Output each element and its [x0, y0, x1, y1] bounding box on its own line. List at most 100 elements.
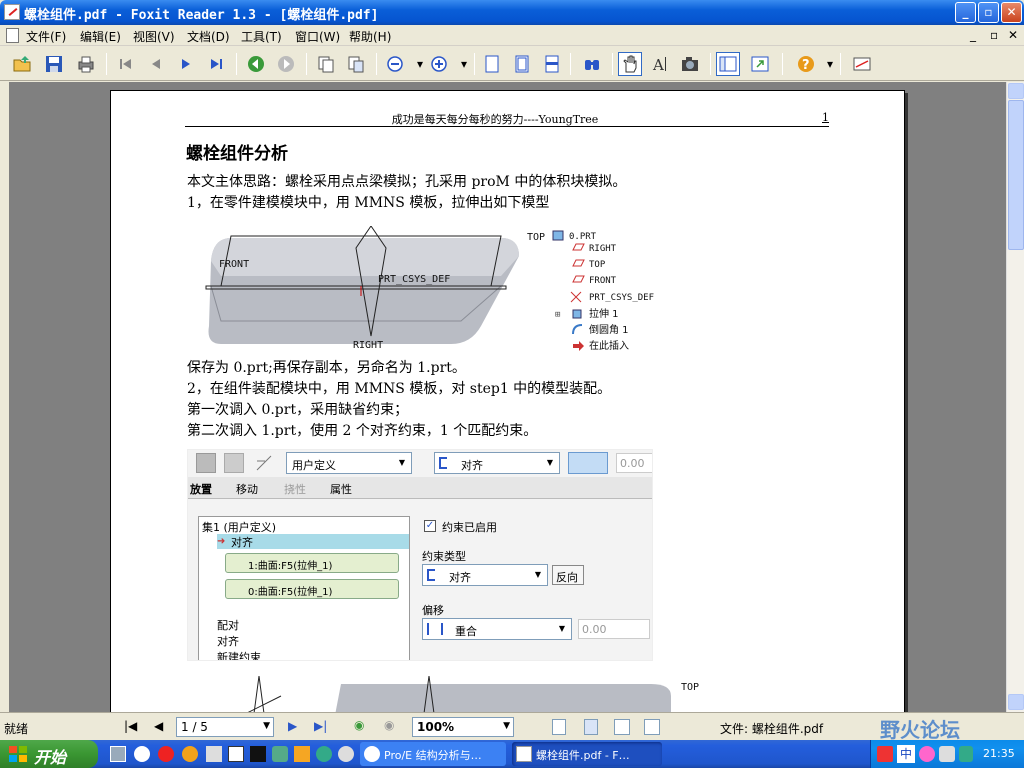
quick-launch-4-icon[interactable]: [206, 746, 222, 762]
save-icon[interactable]: [42, 52, 66, 76]
status-last-page-icon[interactable]: ▶|: [314, 719, 327, 733]
foxit-app-icon[interactable]: [4, 4, 20, 20]
document-icon[interactable]: [6, 28, 19, 43]
facing-icon[interactable]: [614, 719, 630, 735]
find-icon[interactable]: [580, 52, 604, 76]
status-first-page-icon[interactable]: |◀: [124, 719, 137, 733]
snapshot-icon[interactable]: [678, 52, 702, 76]
help-dropdown-icon[interactable]: ▾: [818, 52, 842, 76]
quick-launch-1-icon[interactable]: [134, 746, 150, 762]
fit-width-icon[interactable]: [540, 52, 564, 76]
menu-help[interactable]: 帮助(H): [349, 28, 391, 45]
status-file-name: 文件: 螺栓组件.pdf: [720, 722, 824, 736]
quick-launch-8-icon[interactable]: [294, 746, 310, 762]
tray-app-icon[interactable]: [919, 746, 935, 762]
clock: 21:35: [983, 747, 1015, 760]
title-bar[interactable]: 螺栓组件.pdf - Foxit Reader 1.3 - [螺栓组件.pdf]…: [0, 0, 1024, 25]
continuous-icon[interactable]: [584, 719, 598, 735]
status-next-page-icon[interactable]: ▶: [288, 719, 297, 733]
ime-indicator[interactable]: 中: [897, 745, 915, 763]
page-heading: 螺栓组件分析: [186, 144, 288, 164]
next-page-icon[interactable]: [174, 52, 198, 76]
full-screen-icon[interactable]: [748, 52, 772, 76]
menu-window[interactable]: 窗口(W): [295, 28, 340, 45]
maximize-button[interactable]: ▫: [978, 2, 999, 23]
dialog-tab-strip: 放置 移动 挠性 属性: [188, 477, 652, 499]
windows-flag-icon: [9, 746, 27, 762]
print-icon[interactable]: [74, 52, 98, 76]
page-number-box[interactable]: 1 / 5 ▼: [176, 717, 274, 737]
scroll-thumb[interactable]: [1008, 100, 1024, 250]
show-desktop-icon[interactable]: [110, 746, 126, 762]
status-back-icon[interactable]: ◉: [354, 718, 364, 732]
menu-tools[interactable]: 工具(T): [241, 28, 282, 45]
fit-page-icon[interactable]: [510, 52, 534, 76]
last-page-icon[interactable]: [204, 52, 228, 76]
figure-constraint-dialog: 用户定义 ▼ 对齐 ▼ 0.00 放置 移动 挠性 属性 集1 (用户定义) 对…: [187, 449, 653, 661]
tray-s-icon[interactable]: [877, 746, 893, 762]
previous-page-icon[interactable]: [144, 52, 168, 76]
bookmark-panel-icon[interactable]: [716, 52, 740, 76]
menu-edit[interactable]: 编辑(E): [80, 28, 121, 45]
quick-launch-10-icon[interactable]: [338, 746, 354, 762]
offset-mode-combo: 重合 ▼: [422, 618, 572, 640]
align-icon: [439, 457, 447, 469]
zoom-dropdown-icon[interactable]: ▼: [503, 721, 510, 731]
first-page-icon[interactable]: [114, 52, 138, 76]
paragraph-4: 2，在组件装配模块中，用 MMNS 模板，对 step1 中的模型装配。: [187, 381, 612, 397]
menu-view[interactable]: 视图(V): [133, 28, 175, 45]
start-button[interactable]: 开始: [0, 740, 98, 768]
minimize-button[interactable]: _: [955, 2, 976, 23]
tray-volume-icon[interactable]: [959, 746, 973, 762]
paste-page-icon[interactable]: [344, 52, 368, 76]
forward-icon[interactable]: [274, 52, 298, 76]
hand-tool-icon[interactable]: [618, 52, 642, 76]
status-prev-page-icon[interactable]: ◀: [154, 719, 163, 733]
quick-launch-2-icon[interactable]: [158, 746, 174, 762]
help-icon[interactable]: ?: [794, 52, 818, 76]
mdi-restore-icon[interactable]: ▫: [990, 28, 998, 42]
zoom-out-icon[interactable]: [384, 52, 408, 76]
zoom-box[interactable]: 100% ▼: [412, 717, 514, 737]
selected-constraint: 对齐: [231, 536, 253, 549]
copy-page-icon[interactable]: [314, 52, 338, 76]
quick-launch-6-icon[interactable]: [250, 746, 266, 762]
mdi-minimize-icon[interactable]: _: [970, 28, 976, 42]
mdi-close-icon[interactable]: ✕: [1008, 28, 1018, 42]
quick-launch-9-icon[interactable]: [316, 746, 332, 762]
svg-text:⊞: ⊞: [555, 310, 560, 320]
single-page-icon[interactable]: [552, 719, 566, 735]
task-proe-icon: [364, 746, 380, 762]
back-icon[interactable]: [244, 52, 268, 76]
user-defined-combo: 用户定义 ▼: [286, 452, 412, 474]
document-viewport[interactable]: 成功是每天每分每秒的努力----YoungTree 1 螺栓组件分析 本文主体思…: [0, 82, 1006, 712]
register-icon[interactable]: [850, 52, 874, 76]
label-prt-csys-def: PRT_CSYS_DEF: [378, 274, 450, 285]
page-dropdown-icon[interactable]: ▼: [263, 721, 270, 731]
quick-launch-7-icon[interactable]: [272, 746, 288, 762]
align-value: 对齐: [461, 459, 483, 472]
continuous-facing-icon[interactable]: [644, 719, 660, 735]
task-foxit-reader[interactable]: 螺栓组件.pdf - F…: [512, 742, 662, 766]
constraint-type-value: 对齐: [449, 571, 471, 584]
quick-launch-5-icon[interactable]: [228, 746, 244, 762]
status-forward-icon[interactable]: ◉: [384, 718, 394, 732]
quick-launch-3-icon[interactable]: [182, 746, 198, 762]
scroll-up-arrow[interactable]: [1008, 83, 1024, 99]
text-select-icon[interactable]: A: [648, 52, 672, 76]
paragraph-5: 第一次调入 0.prt，采用缺省约束；: [187, 402, 409, 418]
zoom-in-icon[interactable]: [428, 52, 452, 76]
label-top: TOP: [527, 232, 545, 243]
actual-size-icon[interactable]: [480, 52, 504, 76]
tray-network-icon[interactable]: [939, 746, 955, 762]
menu-document[interactable]: 文档(D): [187, 28, 230, 45]
arrow-right-icon: ➜: [217, 536, 226, 547]
vertical-scrollbar[interactable]: [1006, 82, 1024, 712]
task-proe-book[interactable]: Pro/E 结构分析与…: [360, 742, 506, 766]
constraint-enabled-label: 约束已启用: [442, 521, 497, 534]
zoom-in-dropdown-icon[interactable]: ▾: [452, 52, 476, 76]
scroll-down-arrow[interactable]: [1008, 694, 1024, 710]
menu-file[interactable]: 文件(F): [26, 28, 66, 45]
open-file-icon[interactable]: [10, 52, 34, 76]
close-button[interactable]: ✕: [1001, 2, 1022, 23]
